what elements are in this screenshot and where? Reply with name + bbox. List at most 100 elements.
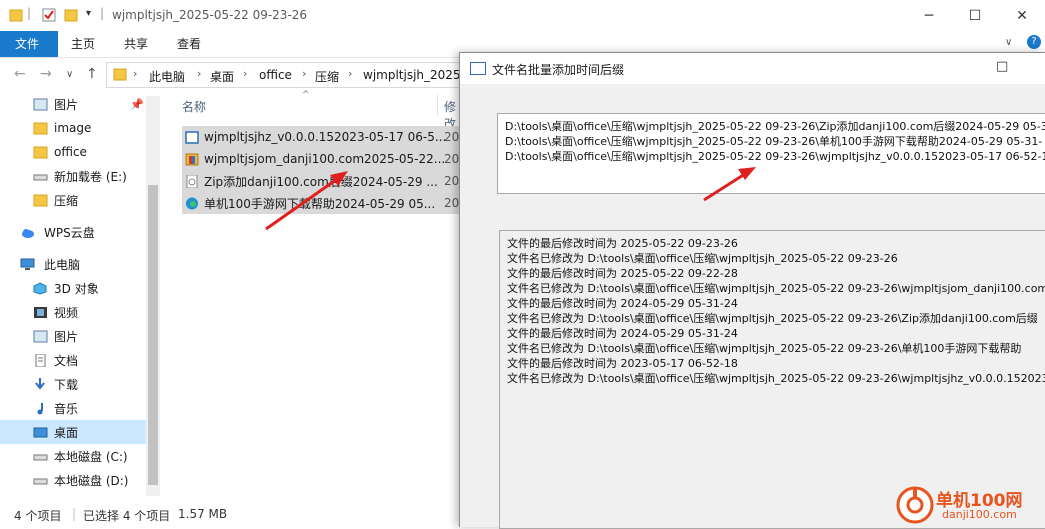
log-line: 文件名已修改为 D:\tools\桌面\office\压缩\wjmpltjsjh… <box>507 372 1045 385</box>
music-icon <box>37 402 43 414</box>
ribbon-expand-icon[interactable]: ∨ <box>1005 37 1012 48</box>
nav-item-compress[interactable]: 压缩 <box>0 188 146 212</box>
nav-item-3d-objects[interactable]: 3D 对象 <box>0 276 146 300</box>
cloud-icon <box>22 228 34 238</box>
log-line: 文件名已修改为 D:\tools\桌面\office\压缩\wjmpltjsjh… <box>507 342 1022 355</box>
3d-objects-icon <box>33 281 47 295</box>
nav-item-this-pc[interactable]: 此电脑 <box>0 252 146 276</box>
column-header-name[interactable]: 名称 <box>182 98 206 115</box>
log-line: 文件的最后修改时间为 2024-05-29 05-31-24 <box>507 327 738 340</box>
documents-icon <box>35 353 46 367</box>
file-date: 20 <box>444 130 460 144</box>
breadcrumb-separator: › <box>302 67 307 80</box>
watermark: 单机100网 danji100.com <box>896 484 1045 526</box>
nav-item-image[interactable]: image <box>0 116 146 140</box>
nav-label: 图片 <box>54 97 79 112</box>
file-name: wjmpltjsjom_danji100.com2025-05-22... <box>204 152 446 166</box>
folder-icon <box>33 194 48 206</box>
log-line: 文件的最后修改时间为 2023-05-17 06-52-18 <box>507 357 738 370</box>
path-line: D:\tools\桌面\office\压缩\wjmpltjsjh_2025-05… <box>505 120 1045 133</box>
close-button[interactable]: ✕ <box>999 0 1045 31</box>
back-icon[interactable]: ← <box>14 66 26 82</box>
breadcrumb-separator: › <box>348 67 353 80</box>
dialog-title-bar: 文件名批量添加时间后缀 □ <box>460 53 1045 84</box>
nav-label: 图片 <box>54 329 79 344</box>
zip-icon <box>186 174 198 188</box>
nav-item-office[interactable]: office <box>0 140 146 164</box>
tab-home[interactable]: 主页 <box>56 31 110 57</box>
nav-item-drive-d[interactable]: 本地磁盘 (D:) <box>0 468 146 492</box>
file-row[interactable]: wjmpltjsjhz_v0.0.0.152023-05-17 06-5... … <box>182 126 460 148</box>
recent-dropdown-icon[interactable]: ∨ <box>66 69 73 80</box>
forward-icon[interactable]: → <box>40 66 52 82</box>
app-window-icon <box>470 62 486 75</box>
nav-label: image <box>54 121 92 135</box>
annotation-arrow <box>265 171 348 231</box>
watermark-url: danji100.com <box>942 508 1017 521</box>
folder-icon <box>9 9 23 22</box>
download-icon <box>35 377 45 390</box>
tab-share[interactable]: 共享 <box>109 31 163 57</box>
dialog-title: 文件名批量添加时间后缀 <box>492 63 625 77</box>
drive-icon <box>33 174 48 180</box>
explorer-title-bar: | ▾ | wjmpltjsjh_2025-05-22 09-23-26 ─ ☐… <box>0 0 1045 31</box>
nav-label: 桌面 <box>54 425 79 440</box>
log-line: 文件名已修改为 D:\tools\桌面\office\压缩\wjmpltjsjh… <box>507 282 1045 295</box>
computer-icon <box>20 258 35 270</box>
nav-item-music[interactable]: 音乐 <box>0 396 146 420</box>
breadcrumb-desktop[interactable]: 桌面 <box>210 68 234 85</box>
edge-icon <box>186 197 198 209</box>
desktop-icon <box>33 427 48 437</box>
nav-item-wps-cloud[interactable]: WPS云盘 <box>0 220 146 244</box>
properties-icon[interactable] <box>42 8 56 22</box>
minimize-button[interactable]: ─ <box>906 0 952 31</box>
nav-label: 3D 对象 <box>54 281 99 296</box>
nav-item-drive-c[interactable]: 本地磁盘 (C:) <box>0 444 146 468</box>
nav-item-pictures-pinned[interactable]: 图片 📌 <box>0 92 146 116</box>
dialog-minimize-button[interactable]: □ <box>996 59 1008 74</box>
maximize-button[interactable]: ☐ <box>952 0 998 31</box>
tab-view[interactable]: 查看 <box>162 31 216 57</box>
path-line: D:\tools\桌面\office\压缩\wjmpltjsjh_2025-05… <box>505 135 1043 148</box>
help-icon[interactable]: ? <box>1027 35 1041 49</box>
log-line: 文件的最后修改时间为 2024-05-29 05-31-24 <box>507 297 738 310</box>
tab-file[interactable]: 文件 <box>0 31 58 57</box>
address-bar[interactable]: › 此电脑 › 桌面 › office › 压缩 › wjmpltjsjh_20… <box>106 62 468 88</box>
breadcrumb-current[interactable]: wjmpltjsjh_2025 <box>363 68 461 82</box>
breadcrumb-separator: › <box>197 67 202 80</box>
pin-icon: 📌 <box>130 97 144 111</box>
breadcrumb-this-pc[interactable]: 此电脑 <box>149 68 185 85</box>
nav-item-pictures[interactable]: 图片 <box>0 324 146 348</box>
file-date: 20 <box>444 174 460 188</box>
nav-label: 本地磁盘 (C:) <box>54 449 128 464</box>
column-divider <box>437 94 438 116</box>
file-name: wjmpltjsjhz_v0.0.0.152023-05-17 06-5... <box>204 130 447 144</box>
log-line: 文件名已修改为 D:\tools\桌面\office\压缩\wjmpltjsjh… <box>507 252 898 265</box>
new-folder-icon[interactable] <box>64 8 78 22</box>
breadcrumb-compress[interactable]: 压缩 <box>315 68 339 85</box>
file-path-list[interactable]: D:\tools\桌面\office\压缩\wjmpltjsjh_2025-05… <box>497 113 1045 194</box>
drive-icon <box>33 478 48 484</box>
quick-access-dropdown-icon[interactable]: ▾ <box>86 8 91 19</box>
nav-item-videos[interactable]: 视频 <box>0 300 146 324</box>
up-icon[interactable]: ↑ <box>86 66 98 82</box>
pictures-icon <box>33 98 48 110</box>
log-line: 文件名已修改为 D:\tools\桌面\office\压缩\wjmpltjsjh… <box>507 312 1038 325</box>
pictures-icon <box>33 330 48 342</box>
batch-rename-dialog: 文件名批量添加时间后缀 □ D:\tools\桌面\office\压缩\wjmp… <box>459 52 1045 529</box>
drive-icon <box>33 454 48 460</box>
nav-scrollbar-thumb[interactable] <box>148 185 158 485</box>
folder-icon <box>33 146 48 158</box>
nav-item-downloads[interactable]: 下载 <box>0 372 146 396</box>
nav-item-desktop[interactable]: 桌面 <box>0 420 146 444</box>
nav-item-drive-e[interactable]: 新加载卷 (E:) <box>0 164 146 188</box>
nav-item-documents[interactable]: 文档 <box>0 348 146 372</box>
breadcrumb-separator: › <box>133 67 138 80</box>
breadcrumb-separator: › <box>243 67 248 80</box>
separator: | <box>100 6 105 20</box>
breadcrumb-office[interactable]: office <box>259 68 292 82</box>
separator: | <box>27 6 32 20</box>
selected-size: 1.57 MB <box>178 507 228 521</box>
folder-icon <box>113 68 127 81</box>
selected-count: 已选择 4 个项目 <box>83 509 171 523</box>
